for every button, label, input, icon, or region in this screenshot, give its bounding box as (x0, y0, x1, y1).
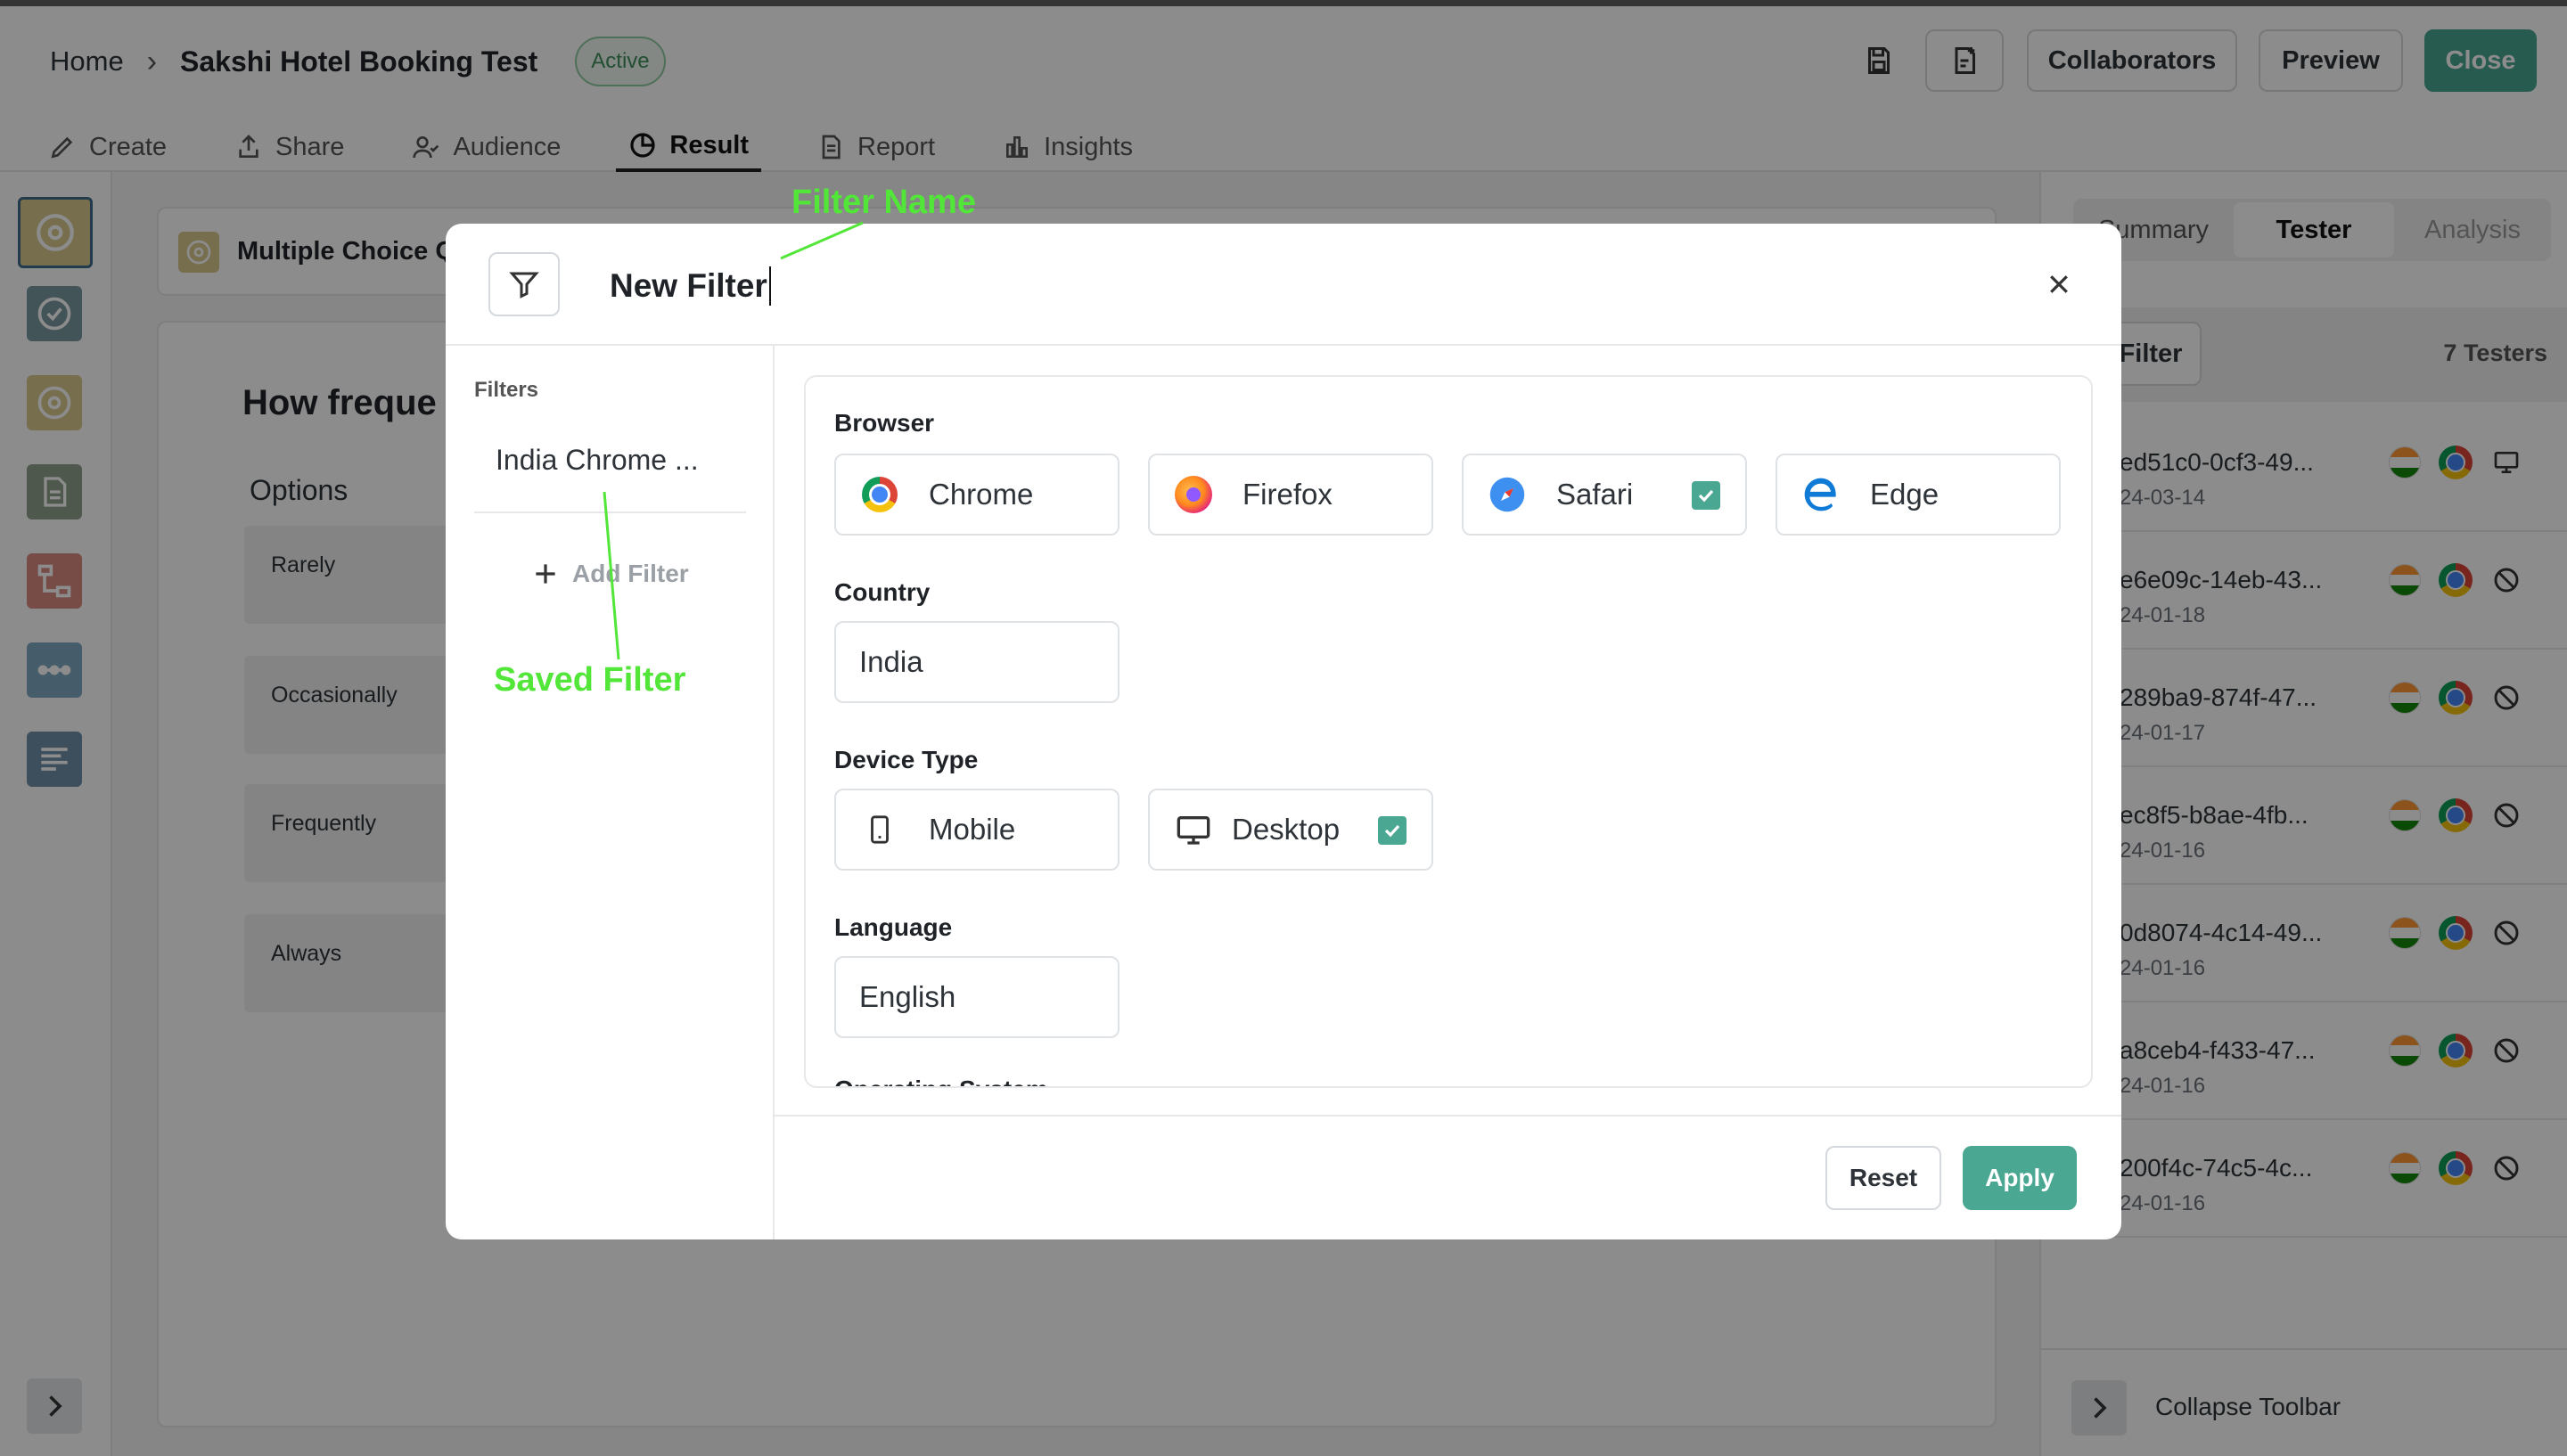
annotation-saved-filter: Saved Filter (494, 661, 686, 699)
annotation-line-filter-name (780, 221, 864, 260)
annotation-lines (603, 221, 864, 660)
annotation-line-saved-filter (603, 491, 620, 660)
